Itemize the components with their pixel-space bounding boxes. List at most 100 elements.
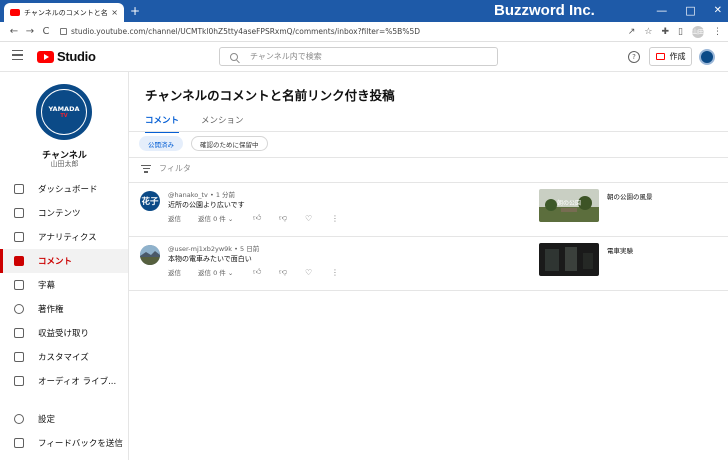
channel-avatar[interactable]: YAMADA TV <box>36 84 92 140</box>
sidebar-item-label: 著作権 <box>38 305 64 315</box>
reload-button[interactable]: C <box>38 26 54 37</box>
landscape-avatar-image <box>140 245 160 265</box>
studio-logo[interactable]: Studio <box>37 49 96 64</box>
feedback-icon <box>14 438 24 448</box>
chips-divider <box>129 157 728 158</box>
maximize-button[interactable]: □ <box>685 0 695 22</box>
sidebar-item-comments[interactable]: コメント <box>0 249 128 273</box>
more-options-icon[interactable]: ⋮ <box>331 268 357 277</box>
forward-button[interactable]: → <box>22 26 38 37</box>
browser-toolbar-icons: ↗ ☆ ✚ ▯ 山田 ⋮ <box>628 25 722 38</box>
more-options-icon[interactable]: ⋮ <box>331 214 357 223</box>
youtube-favicon-icon <box>10 9 20 16</box>
studio-header: Studio チャンネル内で検索 ? 作成 <box>0 42 728 72</box>
share-icon[interactable]: ↗ <box>628 27 636 37</box>
dislike-icon[interactable]: 👎︎ <box>279 213 305 223</box>
sidebar-item-audio-library[interactable]: オーディオ ライブ... <box>0 369 128 393</box>
train-thumbnail-image <box>539 243 599 276</box>
comment-actions: 返信 返信 0 件 ⌄ 👍︎ 👎︎ ♡ ⋮ <box>168 213 357 223</box>
chip-published[interactable]: 公開済み <box>139 136 183 151</box>
comment-author[interactable]: @user-mj1xb2yw9k <box>168 245 232 253</box>
video-camera-icon <box>655 53 665 60</box>
video-thumbnail[interactable]: 朝の公園 <box>539 189 599 222</box>
lock-icon <box>60 28 67 35</box>
sidebar-item-monetization[interactable]: 収益受け取り <box>0 321 128 345</box>
sidebar-item-label: アナリティクス <box>38 233 97 243</box>
new-tab-button[interactable]: + <box>130 4 140 18</box>
comment-meta: @user-mj1xb2yw9k • 5 日前 <box>168 243 259 253</box>
sidebar-item-copyright[interactable]: 著作権 <box>0 297 128 321</box>
create-label: 作成 <box>669 52 686 61</box>
heart-icon[interactable]: ♡ <box>305 268 331 277</box>
browser-tab[interactable]: チャンネルのコメントと名前リンク付き投 × <box>4 3 124 22</box>
settings-icon <box>14 414 24 424</box>
video-title[interactable]: 朝の公園の風景 <box>607 191 653 201</box>
minimize-button[interactable]: — <box>656 0 667 22</box>
account-avatar[interactable] <box>699 49 715 65</box>
search-input[interactable]: チャンネル内で検索 <box>219 47 498 66</box>
content-icon <box>14 208 24 218</box>
sidebar-item-settings[interactable]: 設定 <box>0 407 128 431</box>
video-title[interactable]: 電車実験 <box>607 245 633 255</box>
sidebar-item-content[interactable]: コンテンツ <box>0 201 128 225</box>
browser-menu-icon[interactable]: ⋮ <box>713 27 722 37</box>
sidebar-item-analytics[interactable]: アナリティクス <box>0 225 128 249</box>
heart-icon[interactable]: ♡ <box>305 214 331 223</box>
window-controls: — □ ✕ <box>656 0 722 22</box>
commenter-avatar[interactable]: 花子 <box>140 191 160 211</box>
avatar-line2: TV <box>60 113 68 119</box>
extensions-icon[interactable]: ✚ <box>662 27 670 37</box>
tab-close-icon[interactable]: × <box>111 8 118 17</box>
copyright-icon <box>14 304 24 314</box>
create-button[interactable]: 作成 <box>649 47 692 66</box>
filter-icon <box>141 164 151 173</box>
filter-label: フィルタ <box>159 164 191 173</box>
sidebar-item-feedback[interactable]: フィードバックを送信 <box>0 431 128 455</box>
comment-text: 本物の電車みたいで面白い <box>168 255 252 263</box>
comment-icon <box>14 256 24 266</box>
sidebar-item-subtitles[interactable]: 字幕 <box>0 273 128 297</box>
sidebar: YAMADA TV チャンネル 山田太郎 ダッシュボード コンテンツ アナリティ… <box>0 72 129 460</box>
commenter-avatar[interactable] <box>140 245 160 265</box>
address-bar: ← → C studio.youtube.com/channel/UCMTkl0… <box>0 22 728 42</box>
main-content: チャンネルのコメントと名前リンク付き投稿 コメント メンション 公開済み 確認の… <box>129 72 728 460</box>
sidebar-item-label: オーディオ ライブ... <box>38 377 117 387</box>
replies-dropdown[interactable]: 返信 0 件 ⌄ <box>198 213 253 223</box>
sidebar-item-customize[interactable]: カスタマイズ <box>0 345 128 369</box>
replies-dropdown[interactable]: 返信 0 件 ⌄ <box>198 267 253 277</box>
reply-button[interactable]: 返信 <box>168 267 198 277</box>
back-button[interactable]: ← <box>6 26 22 37</box>
analytics-icon <box>14 232 24 242</box>
sidebar-item-label: フィードバックを送信 <box>38 439 123 449</box>
sidebar-nav: ダッシュボード コンテンツ アナリティクス コメント 字幕 著作権 収益受け取り <box>0 177 128 393</box>
video-thumbnail[interactable] <box>539 243 599 276</box>
audio-library-icon <box>14 376 24 386</box>
close-window-button[interactable]: ✕ <box>714 0 722 22</box>
sidebar-item-dashboard[interactable]: ダッシュボード <box>0 177 128 201</box>
channel-owner: 山田太郎 <box>50 160 79 168</box>
comment-author[interactable]: @hanako_tv <box>168 191 208 199</box>
channel-avatar-logo: YAMADA TV <box>41 89 87 135</box>
comment-meta: @hanako_tv • 1 分前 <box>168 189 235 199</box>
filter-bar[interactable]: フィルタ <box>141 163 191 174</box>
help-icon[interactable]: ? <box>628 51 640 63</box>
dashboard-icon <box>14 184 24 194</box>
comment-time: 5 日前 <box>240 245 260 253</box>
profile-avatar[interactable]: 山田 <box>692 25 704 38</box>
side-panel-icon[interactable]: ▯ <box>678 27 683 37</box>
like-icon[interactable]: 👍︎ <box>253 213 279 223</box>
comment-actions: 返信 返信 0 件 ⌄ 👍︎ 👎︎ ♡ ⋮ <box>168 267 357 277</box>
sidebar-item-label: コメント <box>38 257 73 267</box>
sidebar-item-label: コンテンツ <box>38 209 81 219</box>
subtitles-icon <box>14 280 24 290</box>
reply-button[interactable]: 返信 <box>168 213 198 223</box>
chip-held-for-review[interactable]: 確認のために保留中 <box>191 136 268 151</box>
youtube-play-icon <box>37 50 54 63</box>
park-thumbnail-image: 朝の公園 <box>539 189 599 222</box>
dislike-icon[interactable]: 👎︎ <box>279 267 305 277</box>
hamburger-menu-icon[interactable] <box>12 50 23 60</box>
filter-chips: 公開済み 確認のために保留中 <box>139 136 268 151</box>
like-icon[interactable]: 👍︎ <box>253 267 279 277</box>
url-field[interactable]: studio.youtube.com/channel/UCMTkl0hZ5tty… <box>60 27 628 36</box>
bookmark-star-icon[interactable]: ☆ <box>644 27 652 37</box>
